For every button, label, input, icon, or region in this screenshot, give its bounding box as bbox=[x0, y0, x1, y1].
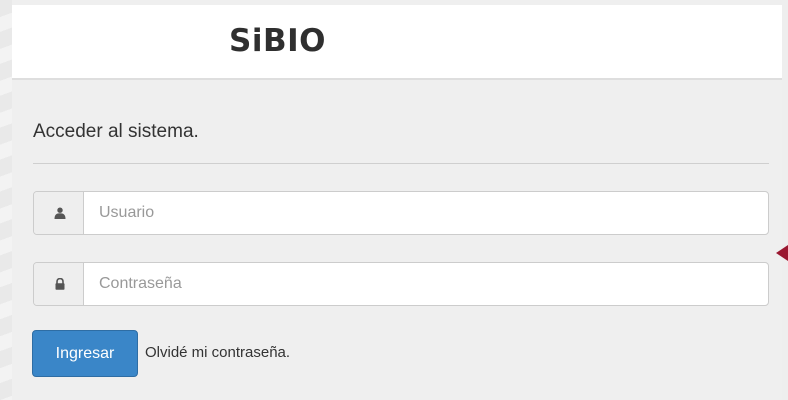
user-icon bbox=[54, 207, 66, 219]
lock-icon bbox=[55, 278, 65, 290]
header-bar: SiBIO bbox=[12, 5, 782, 80]
password-input-group bbox=[33, 262, 769, 306]
submit-button[interactable]: Ingresar bbox=[32, 330, 138, 377]
password-addon bbox=[34, 263, 84, 305]
username-addon bbox=[34, 192, 84, 234]
divider bbox=[33, 163, 769, 164]
password-field[interactable] bbox=[85, 263, 768, 305]
background-pattern bbox=[0, 0, 12, 400]
login-panel: Acceder al sistema. Ingresar Olvidé mi c… bbox=[12, 80, 782, 400]
app-logo: SiBIO bbox=[229, 23, 326, 59]
arrow-decoration bbox=[776, 245, 788, 261]
forgot-password-link[interactable]: Olvidé mi contraseña. bbox=[145, 344, 290, 361]
username-field[interactable] bbox=[85, 192, 768, 234]
username-input-group bbox=[33, 191, 769, 235]
page-title: Acceder al sistema. bbox=[33, 121, 199, 142]
